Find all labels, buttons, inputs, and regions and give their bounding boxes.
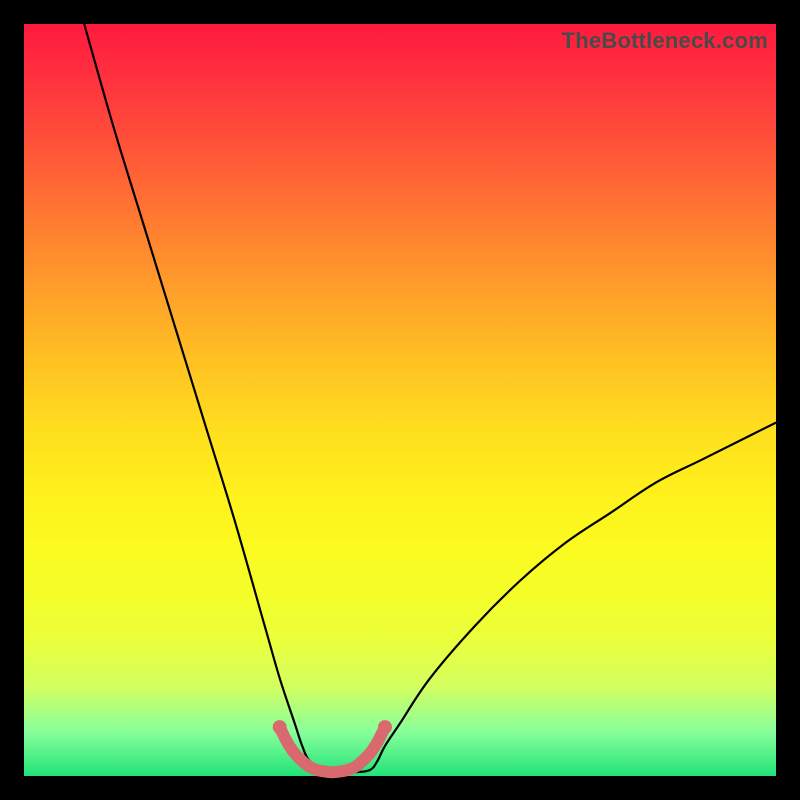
marker-dot-right [378, 720, 392, 734]
chart-svg [24, 24, 776, 776]
plot-area: TheBottleneck.com [24, 24, 776, 776]
bottleneck-curve [84, 24, 776, 773]
marker-dot-left [273, 720, 287, 734]
base-marker-curve [280, 727, 385, 772]
chart-frame: TheBottleneck.com [0, 0, 800, 800]
